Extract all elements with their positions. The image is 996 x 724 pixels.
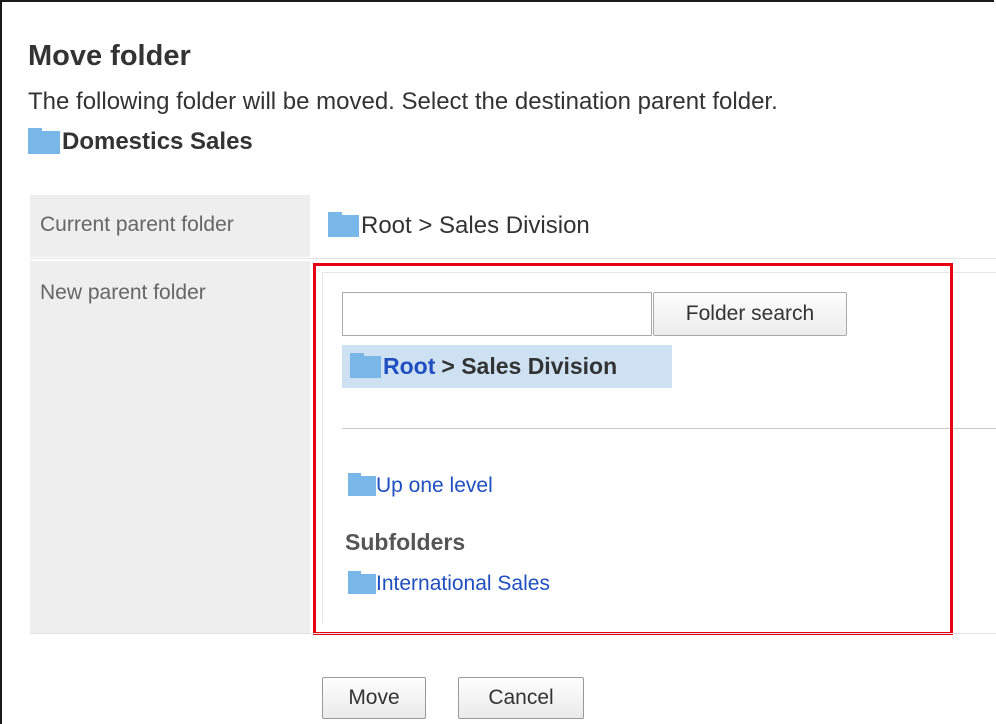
current-parent-path: Root > Sales Division xyxy=(328,212,590,240)
new-parent-label-cell: New parent folder xyxy=(30,261,310,633)
page-title: Move folder xyxy=(28,40,191,72)
current-parent-label-cell: Current parent folder xyxy=(30,195,310,257)
folder-icon xyxy=(328,212,359,237)
folder-icon xyxy=(28,127,60,154)
target-folder: Domestics Sales xyxy=(28,127,253,156)
row-divider xyxy=(30,633,996,634)
highlight-frame xyxy=(313,263,953,635)
current-parent-label: Current parent folder xyxy=(40,213,234,236)
target-folder-name: Domestics Sales xyxy=(62,128,253,155)
current-parent-path-text: Root > Sales Division xyxy=(361,212,590,239)
cancel-button[interactable]: Cancel xyxy=(458,677,584,719)
move-button[interactable]: Move xyxy=(322,677,426,719)
page-description: The following folder will be moved. Sele… xyxy=(28,88,778,115)
new-parent-label: New parent folder xyxy=(40,281,206,304)
row-divider xyxy=(30,258,996,259)
